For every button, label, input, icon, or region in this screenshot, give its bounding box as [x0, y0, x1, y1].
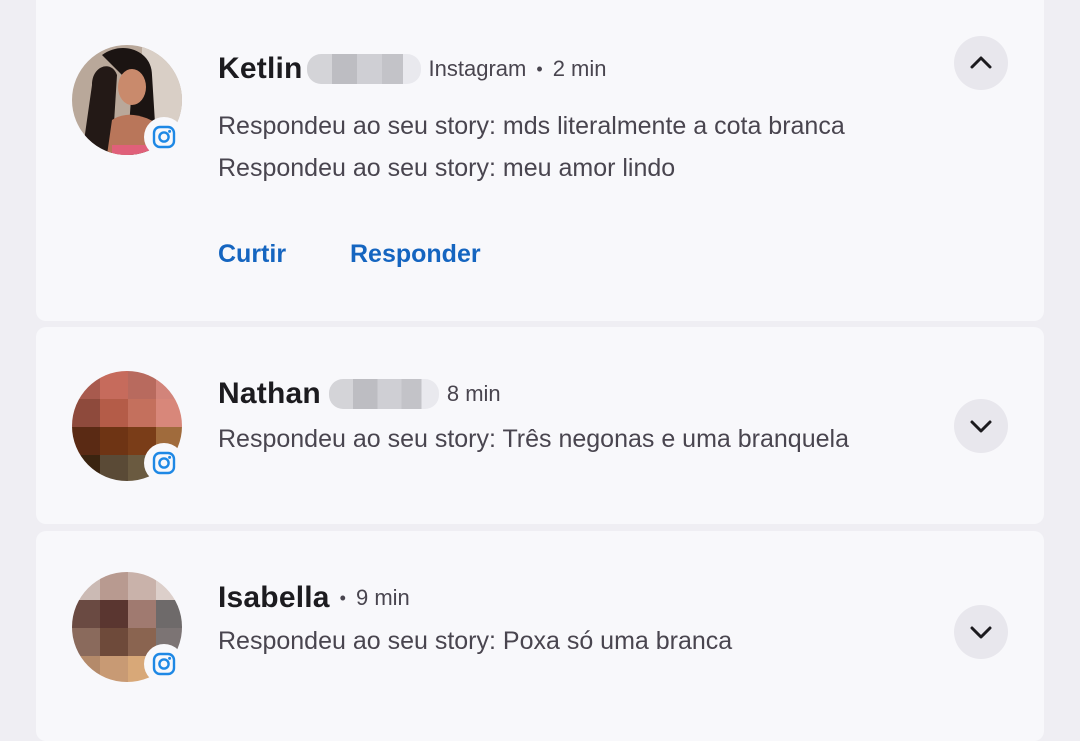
- sender-name: Ketlin: [218, 52, 303, 85]
- notification-header: Isabella • 9 min: [218, 581, 410, 615]
- message-line: Respondeu ao seu story: Três negonas e u…: [218, 425, 849, 453]
- chevron-down-icon: [970, 626, 992, 639]
- avatar: [72, 45, 184, 157]
- notification-header: Nathan 8 min: [218, 377, 501, 411]
- separator-dot: •: [536, 58, 543, 79]
- timestamp: 8 min: [446, 381, 501, 406]
- notification-header: Ketlin Instagram • 2 min: [218, 52, 606, 86]
- message-line: Respondeu ao seu story: meu amor lindo: [218, 154, 676, 182]
- chevron-up-icon: [970, 56, 992, 69]
- redacted-surname: [328, 379, 439, 409]
- sender-name: Nathan: [218, 377, 321, 410]
- instagram-icon: [144, 644, 184, 684]
- message-line: Respondeu ao seu story: mds literalmente…: [218, 112, 845, 140]
- timestamp: 2 min: [552, 56, 607, 81]
- avatar: [72, 371, 184, 483]
- separator-dot: •: [339, 587, 346, 608]
- app-source: Instagram: [428, 56, 527, 81]
- collapse-button[interactable]: [954, 36, 1008, 90]
- avatar: [72, 572, 184, 684]
- instagram-icon: [144, 443, 184, 483]
- timestamp: 9 min: [355, 585, 410, 610]
- notification-card[interactable]: Isabella • 9 min Respondeu ao seu story:…: [36, 531, 1044, 741]
- notification-card[interactable]: Nathan 8 min Respondeu ao seu story: Trê…: [36, 327, 1044, 524]
- like-button[interactable]: Curtir: [218, 240, 286, 269]
- chevron-down-icon: [970, 420, 992, 433]
- message-line: Respondeu ao seu story: Poxa só uma bran…: [218, 627, 733, 655]
- sender-name: Isabella: [218, 581, 330, 614]
- redacted-surname: [306, 54, 421, 84]
- instagram-icon: [144, 117, 184, 157]
- expand-button[interactable]: [954, 605, 1008, 659]
- expand-button[interactable]: [954, 399, 1008, 453]
- notification-card[interactable]: Ketlin Instagram • 2 min Respondeu ao se…: [36, 0, 1044, 321]
- reply-button[interactable]: Responder: [350, 240, 481, 269]
